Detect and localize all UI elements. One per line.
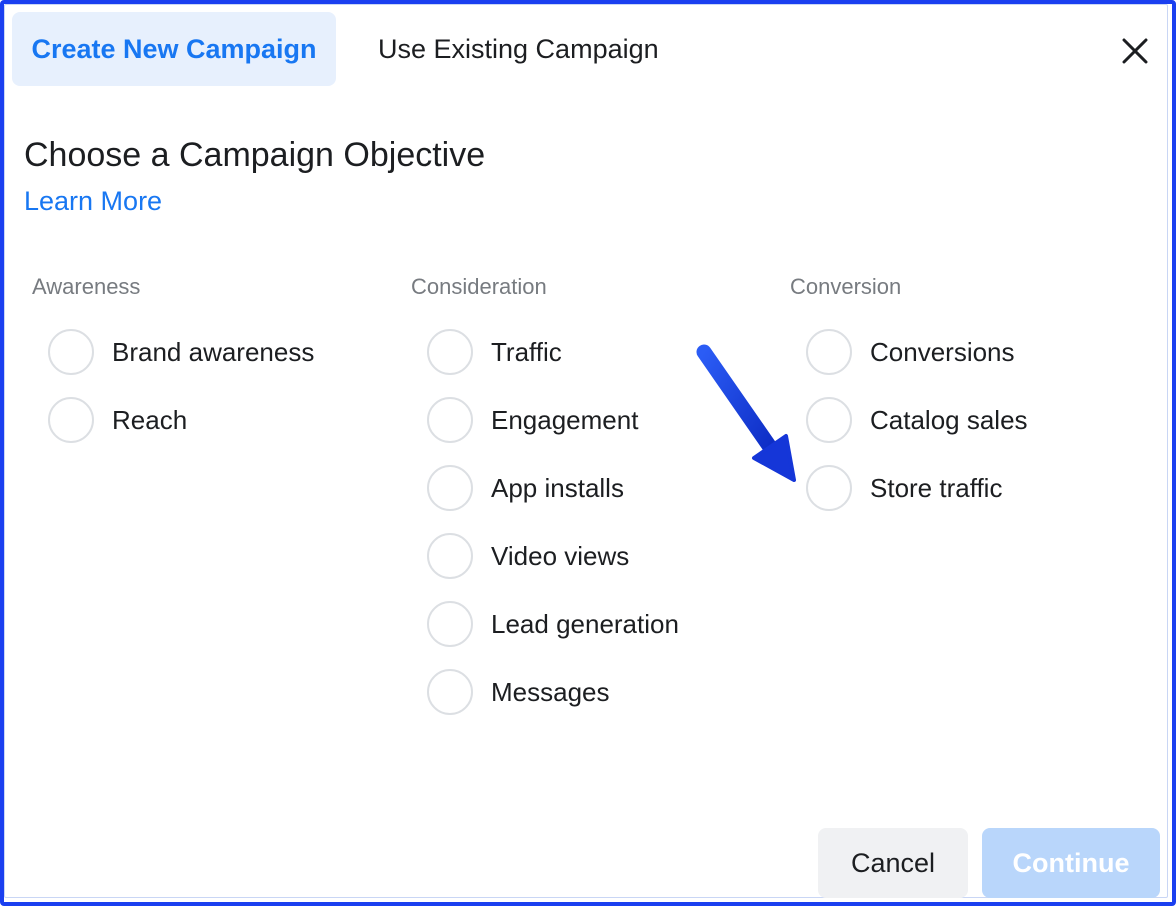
option-label: Conversions xyxy=(870,336,1015,367)
cancel-button-label: Cancel xyxy=(850,847,936,878)
option-brand-awareness[interactable]: Brand awareness xyxy=(32,318,314,386)
option-conversions[interactable]: Conversions xyxy=(790,318,1028,386)
radio-button[interactable] xyxy=(806,465,852,511)
continue-button[interactable]: Continue xyxy=(982,828,1160,898)
radio-button[interactable] xyxy=(806,397,852,443)
option-label: Store traffic xyxy=(870,472,1003,503)
continue-button-label: Continue xyxy=(1012,847,1130,878)
option-lead-generation[interactable]: Lead generation xyxy=(411,590,679,658)
radio-button[interactable] xyxy=(427,669,473,715)
close-icon xyxy=(1122,38,1148,64)
column-heading-consideration: Consideration xyxy=(411,274,547,299)
page-title: Choose a Campaign Objective xyxy=(24,136,486,174)
option-traffic[interactable]: Traffic xyxy=(411,318,679,386)
radio-button[interactable] xyxy=(427,397,473,443)
column-awareness: Awareness Brand awareness Reach xyxy=(32,272,314,454)
column-conversion: Conversion Conversions Catalog sales Sto… xyxy=(790,272,1028,522)
option-app-installs[interactable]: App installs xyxy=(411,454,679,522)
column-consideration: Consideration Traffic Engagement App ins… xyxy=(411,272,679,726)
radio-button[interactable] xyxy=(48,329,94,375)
option-engagement[interactable]: Engagement xyxy=(411,386,679,454)
option-label: Messages xyxy=(491,676,610,707)
tab-create-new-campaign[interactable]: Create New Campaign xyxy=(12,12,336,86)
arrow-icon xyxy=(696,344,796,482)
option-store-traffic[interactable]: Store traffic xyxy=(790,454,1028,522)
cancel-button[interactable]: Cancel xyxy=(818,828,968,898)
option-label: Catalog sales xyxy=(870,404,1028,435)
option-video-views[interactable]: Video views xyxy=(411,522,679,590)
tab-create-new-label: Create New Campaign xyxy=(31,33,317,64)
radio-button[interactable] xyxy=(806,329,852,375)
option-label: Brand awareness xyxy=(112,336,315,367)
column-heading-awareness: Awareness xyxy=(32,274,141,299)
radio-button[interactable] xyxy=(427,329,473,375)
option-messages[interactable]: Messages xyxy=(411,658,679,726)
option-reach[interactable]: Reach xyxy=(32,386,314,454)
option-label: App installs xyxy=(491,472,624,503)
column-heading-conversion: Conversion xyxy=(790,274,902,299)
radio-button[interactable] xyxy=(427,533,473,579)
radio-button[interactable] xyxy=(48,397,94,443)
radio-button[interactable] xyxy=(427,601,473,647)
option-label: Reach xyxy=(112,404,188,435)
option-label: Video views xyxy=(491,540,630,571)
option-label: Lead generation xyxy=(491,608,679,639)
option-catalog-sales[interactable]: Catalog sales xyxy=(790,386,1028,454)
tab-use-existing-label: Use Existing Campaign xyxy=(378,33,659,64)
tab-use-existing-campaign[interactable]: Use Existing Campaign xyxy=(360,12,680,86)
learn-more-link[interactable]: Learn More xyxy=(24,186,162,217)
close-button[interactable] xyxy=(1110,26,1160,76)
option-label: Engagement xyxy=(491,404,639,435)
radio-button[interactable] xyxy=(427,465,473,511)
option-label: Traffic xyxy=(491,336,562,367)
